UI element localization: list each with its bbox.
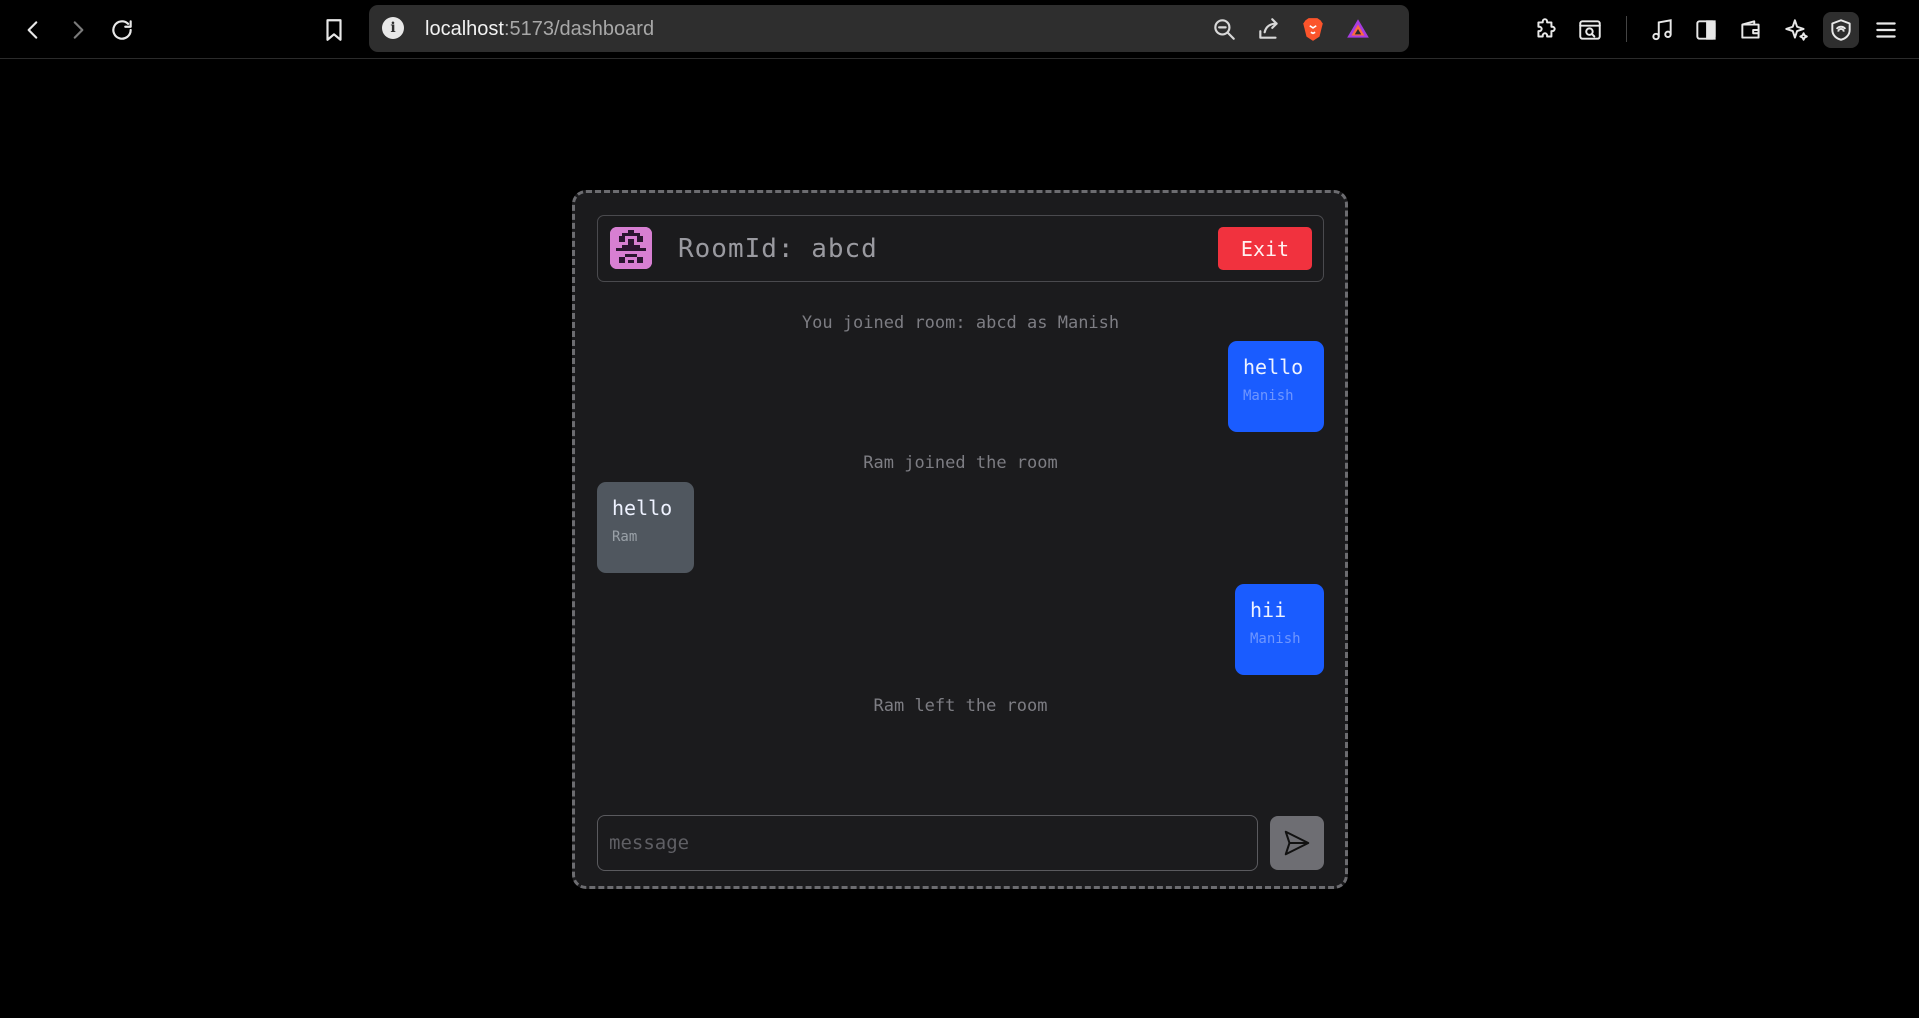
message-author: Manish — [1243, 388, 1294, 404]
sparkle-icon — [1785, 19, 1808, 41]
brave-rewards-icon[interactable] — [1344, 15, 1372, 43]
url-text[interactable]: localhost:5173/dashboard — [425, 17, 654, 41]
url-host: localhost — [425, 18, 504, 40]
message-author: Ram — [612, 529, 638, 545]
system-message: Ram joined the room — [863, 453, 1058, 473]
wallet-button[interactable] — [1733, 12, 1769, 48]
search-tab-button[interactable] — [1572, 12, 1608, 48]
hamburger-menu-icon — [1876, 22, 1896, 38]
reload-button[interactable] — [104, 12, 140, 48]
brave-lion-icon[interactable] — [1299, 15, 1327, 43]
url-path: :5173/dashboard — [503, 18, 655, 40]
extensions-button[interactable] — [1528, 12, 1564, 48]
sidebar-button[interactable] — [1688, 12, 1724, 48]
info-icon[interactable]: i — [382, 17, 404, 39]
message-input[interactable] — [597, 815, 1258, 871]
zoom-out-icon[interactable] — [1210, 15, 1238, 43]
browser-toolbar: i localhost:5173/dashboard — [0, 0, 1919, 59]
message-text: hii — [1250, 598, 1287, 622]
leo-button[interactable] — [1778, 12, 1814, 48]
message-bubble-other: hello Ram — [597, 482, 694, 573]
wallet-icon — [1741, 20, 1760, 39]
chevron-right-icon — [73, 21, 84, 39]
send-button[interactable] — [1270, 816, 1324, 870]
toolbar-divider — [1626, 16, 1627, 42]
forward-button[interactable] — [60, 12, 96, 48]
puzzle-icon — [1537, 18, 1556, 38]
message-text: hello — [612, 496, 673, 520]
system-message: Ram left the room — [873, 696, 1048, 716]
pixel-avatar-icon — [610, 227, 652, 269]
room-header: RoomId: abcd Exit — [597, 215, 1324, 282]
address-bar[interactable]: i localhost:5173/dashboard — [369, 5, 1409, 52]
chat-card: RoomId: abcd Exit You joined room: abcd … — [572, 190, 1348, 889]
message-bubble-me: hii Manish — [1235, 584, 1324, 675]
menu-button[interactable] — [1868, 12, 1904, 48]
message-text: hello — [1243, 355, 1304, 379]
message-bubble-me: hello Manish — [1228, 341, 1324, 432]
share-icon[interactable] — [1255, 15, 1283, 43]
room-id-label: RoomId: abcd — [678, 234, 878, 264]
system-message: You joined room: abcd as Manish — [801, 313, 1120, 333]
bookmark-icon — [326, 19, 342, 41]
bookmark-button[interactable] — [316, 12, 352, 48]
send-icon — [1284, 830, 1310, 856]
sidebar-icon — [1696, 20, 1716, 40]
back-button[interactable] — [15, 12, 51, 48]
media-button[interactable] — [1644, 12, 1680, 48]
vpn-button[interactable] — [1823, 12, 1859, 48]
music-note-icon — [1652, 19, 1672, 41]
reload-icon — [112, 20, 132, 40]
exit-button[interactable]: Exit — [1218, 227, 1312, 270]
chevron-left-icon — [27, 21, 38, 39]
search-tab-icon — [1579, 20, 1601, 40]
message-author: Manish — [1250, 631, 1301, 647]
shield-icon — [1831, 19, 1851, 41]
